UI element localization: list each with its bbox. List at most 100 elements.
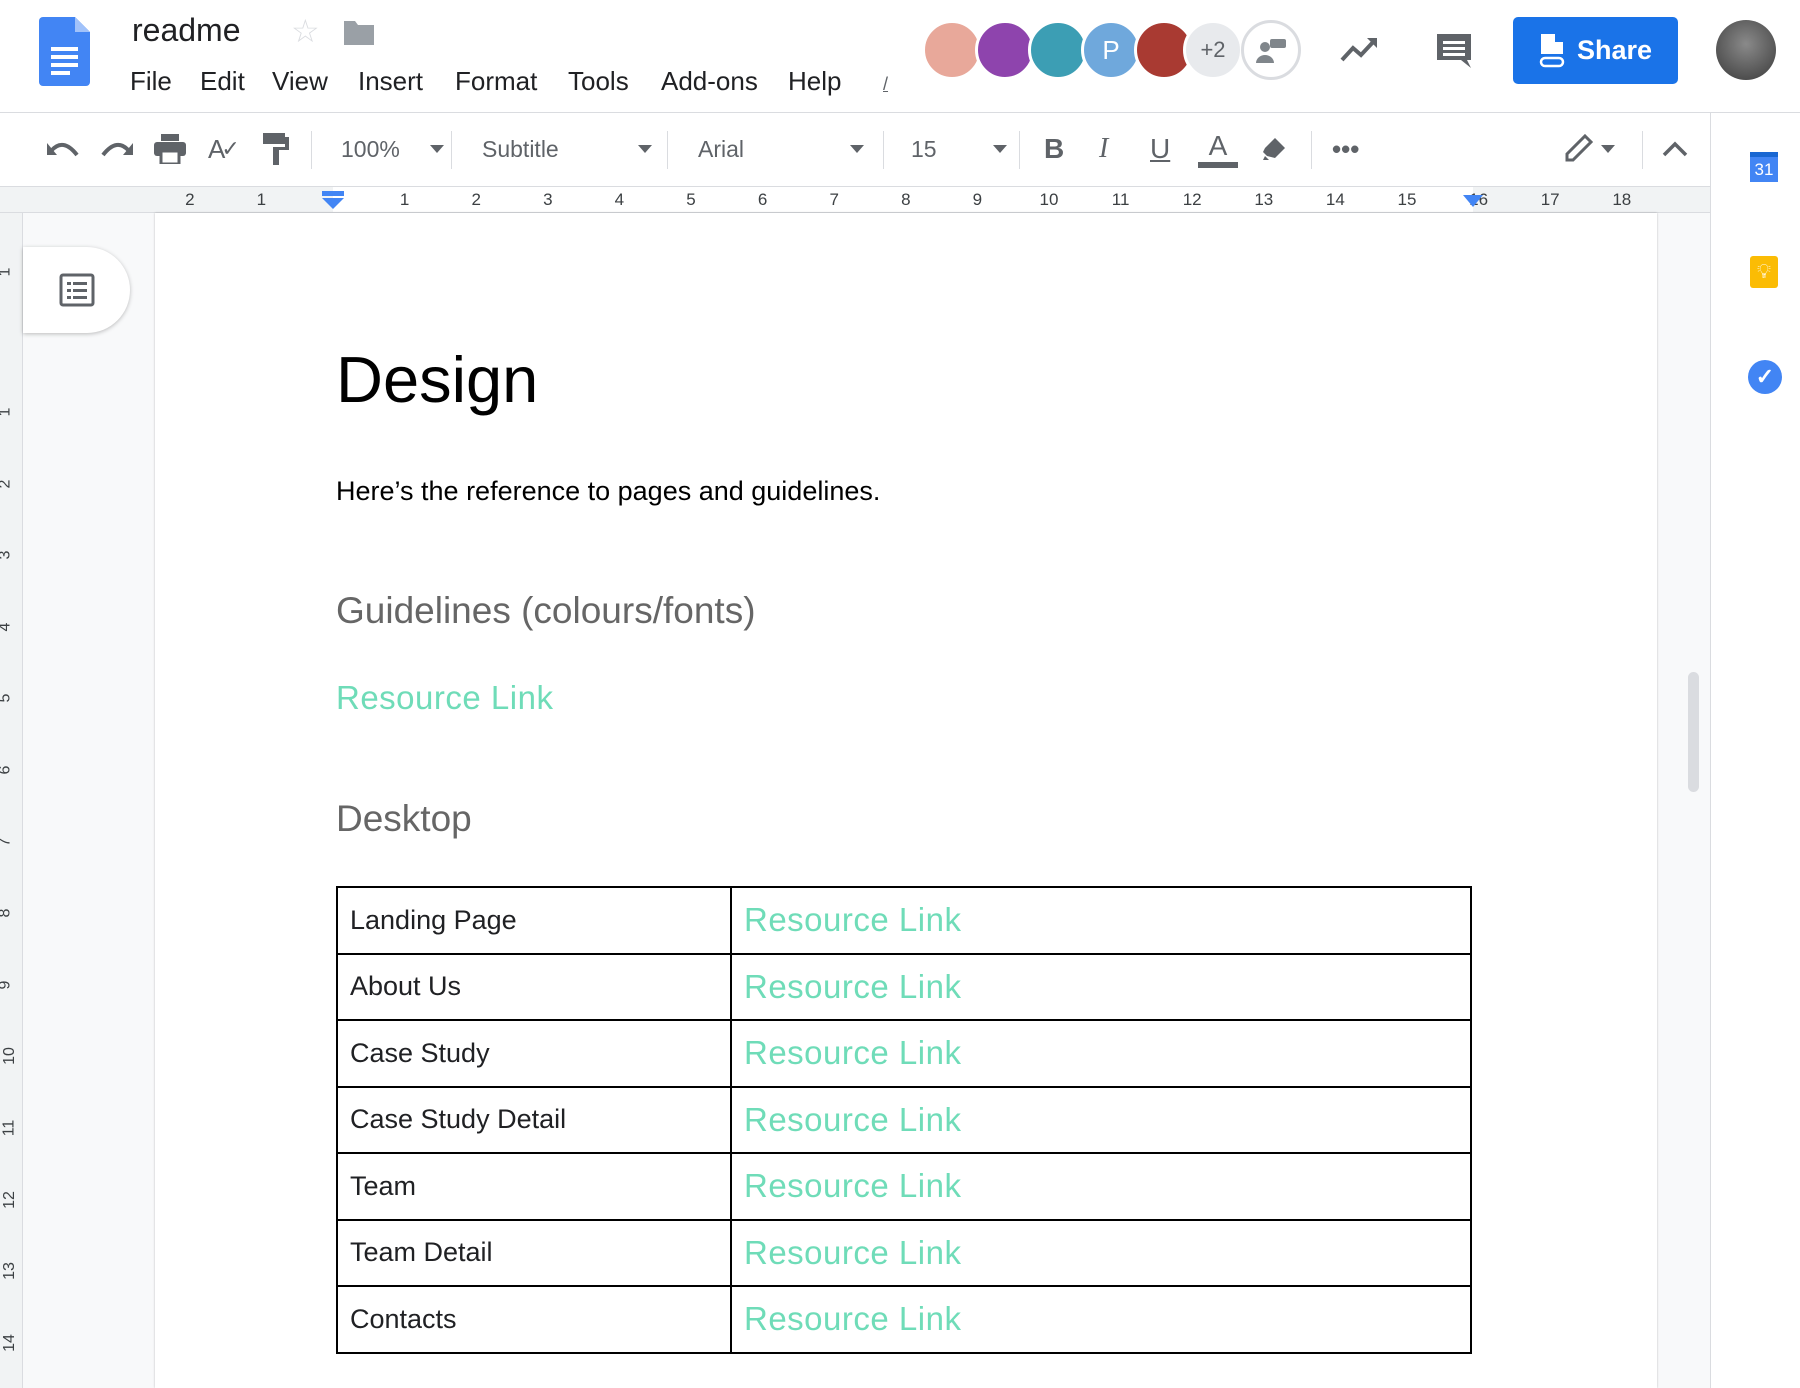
account-avatar[interactable] (1716, 20, 1776, 80)
collaborator-avatar[interactable]: P (1081, 20, 1141, 80)
ruler-label: 10 (1039, 190, 1059, 209)
style-value: Subtitle (482, 135, 559, 162)
ruler-label: 8 (0, 909, 14, 918)
resource-link[interactable]: Resource Link (744, 1034, 961, 1071)
table-row: Team Resource Link (336, 1152, 1472, 1221)
underline-button[interactable]: U (1150, 113, 1170, 185)
style-select[interactable]: Subtitle (482, 113, 652, 185)
guidelines-heading: Guidelines (colours/fonts) (336, 590, 756, 631)
table-row: Team Detail Resource Link (336, 1218, 1472, 1287)
text-color-button[interactable]: A (1198, 113, 1238, 185)
resource-link-cell[interactable]: Resource Link (730, 1152, 1472, 1221)
ruler-label: 15 (1397, 190, 1417, 209)
page-name-cell: Case Study (336, 1019, 732, 1088)
guidelines-resource-link[interactable]: Resource Link (336, 681, 553, 714)
undo-button[interactable] (47, 113, 79, 185)
resource-link-cell[interactable]: Resource Link (730, 1019, 1472, 1088)
page-name-cell: Contacts (336, 1285, 732, 1354)
right-indent-marker[interactable] (1463, 193, 1485, 209)
collaborator-avatar[interactable] (922, 20, 982, 80)
resource-link[interactable]: Resource Link (744, 1300, 961, 1337)
document-page[interactable]: Design Here’s the reference to pages and… (155, 213, 1657, 1388)
page-name-cell: Landing Page (336, 886, 732, 955)
menu-edit[interactable]: Edit (200, 66, 245, 97)
resource-link-cell[interactable]: Resource Link (730, 952, 1472, 1021)
redo-button[interactable] (101, 113, 133, 185)
document-title[interactable]: readme (132, 12, 241, 49)
spellcheck-button[interactable]: A ✓ (208, 113, 240, 185)
more-options-button[interactable]: ••• (1332, 113, 1359, 185)
last-edit-link[interactable]: / (883, 74, 888, 95)
ruler-label: 1 (0, 268, 14, 277)
scrollbar-thumb[interactable] (1688, 672, 1699, 792)
comments-icon[interactable] (1435, 32, 1473, 72)
resource-link-cell[interactable]: Resource Link (730, 886, 1472, 955)
folder-icon[interactable] (344, 19, 374, 45)
separator (1311, 131, 1312, 169)
resource-link-cell[interactable]: Resource Link (730, 1085, 1472, 1154)
resource-link[interactable]: Resource Link (744, 901, 961, 938)
vertical-ruler[interactable]: 11234567891011121314 (0, 213, 23, 1388)
collaborator-avatar[interactable] (1028, 20, 1088, 80)
separator (1019, 131, 1020, 169)
resource-link[interactable]: Resource Link (744, 1234, 961, 1271)
bold-button[interactable]: B (1044, 113, 1064, 185)
zoom-select[interactable]: 100% (341, 113, 444, 185)
keep-icon[interactable]: 💡︎ (1750, 256, 1778, 288)
tasks-icon[interactable]: ✓ (1748, 360, 1782, 394)
ruler-label: 9 (972, 190, 983, 209)
calendar-icon[interactable]: 31 (1750, 152, 1778, 182)
ruler-label: 4 (0, 622, 14, 631)
print-button[interactable] (154, 113, 186, 185)
zoom-value: 100% (341, 135, 400, 162)
share-button[interactable]: Share (1513, 17, 1678, 84)
resource-link-cell[interactable]: Resource Link (730, 1285, 1472, 1354)
font-select[interactable]: Arial (698, 113, 864, 185)
star-icon[interactable]: ☆ (291, 12, 320, 50)
header: readme ☆ File Edit View Insert Format To… (0, 0, 1800, 113)
docs-logo-icon[interactable] (39, 17, 90, 86)
chevron-down-icon (993, 145, 1007, 153)
editing-mode-button[interactable] (1565, 113, 1615, 185)
horizontal-ruler[interactable]: 21123456789101112131415161718 (0, 186, 1710, 213)
document-canvas: 11234567891011121314 Design Here’s the r… (0, 213, 1710, 1388)
separator (451, 131, 452, 169)
desktop-pages-table: Landing Page Resource Link About Us Resourc… (336, 886, 1472, 1354)
ruler-label: 17 (1540, 190, 1560, 209)
ruler-label: 1 (0, 408, 14, 417)
font-size-select[interactable]: 15 (911, 113, 1007, 185)
hide-menus-button[interactable] (1662, 113, 1688, 185)
menu-file[interactable]: File (130, 66, 172, 97)
paint-format-button[interactable] (263, 113, 289, 185)
collaborator-avatar[interactable] (975, 20, 1035, 80)
pencil-icon (1565, 134, 1593, 162)
chat-people-icon[interactable] (1241, 20, 1301, 80)
page-name-cell: Case Study Detail (336, 1085, 732, 1154)
ruler-label: 5 (686, 190, 696, 209)
ruler-label: 6 (757, 190, 768, 209)
ruler-label: 5 (0, 694, 14, 703)
highlight-button[interactable] (1261, 113, 1289, 185)
italic-button[interactable]: I (1099, 113, 1108, 185)
resource-link[interactable]: Resource Link (744, 968, 961, 1005)
left-indent-marker[interactable] (322, 191, 346, 209)
resource-link-cell[interactable]: Resource Link (730, 1218, 1472, 1287)
ruler-label: 3 (0, 551, 14, 560)
menu-addons[interactable]: Add-ons (661, 66, 758, 97)
document-outline-button[interactable] (23, 247, 130, 333)
menu-format[interactable]: Format (455, 66, 537, 97)
menu-tools[interactable]: Tools (568, 66, 629, 97)
activity-trend-icon[interactable] (1340, 36, 1378, 62)
menu-view[interactable]: View (272, 66, 328, 97)
ruler-label: 14 (1325, 190, 1345, 209)
resource-link[interactable]: Resource Link (744, 1167, 961, 1204)
menu-insert[interactable]: Insert (358, 66, 423, 97)
ruler-label: 14 (0, 1333, 18, 1352)
outline-list-icon (59, 273, 94, 307)
resource-link[interactable]: Resource Link (744, 1101, 961, 1138)
more-collaborators[interactable]: +2 (1183, 20, 1243, 80)
chevron-down-icon (638, 145, 652, 153)
ruler-label: 1 (256, 190, 267, 209)
menu-help[interactable]: Help (788, 66, 841, 97)
page-name-cell: Team (336, 1152, 732, 1221)
